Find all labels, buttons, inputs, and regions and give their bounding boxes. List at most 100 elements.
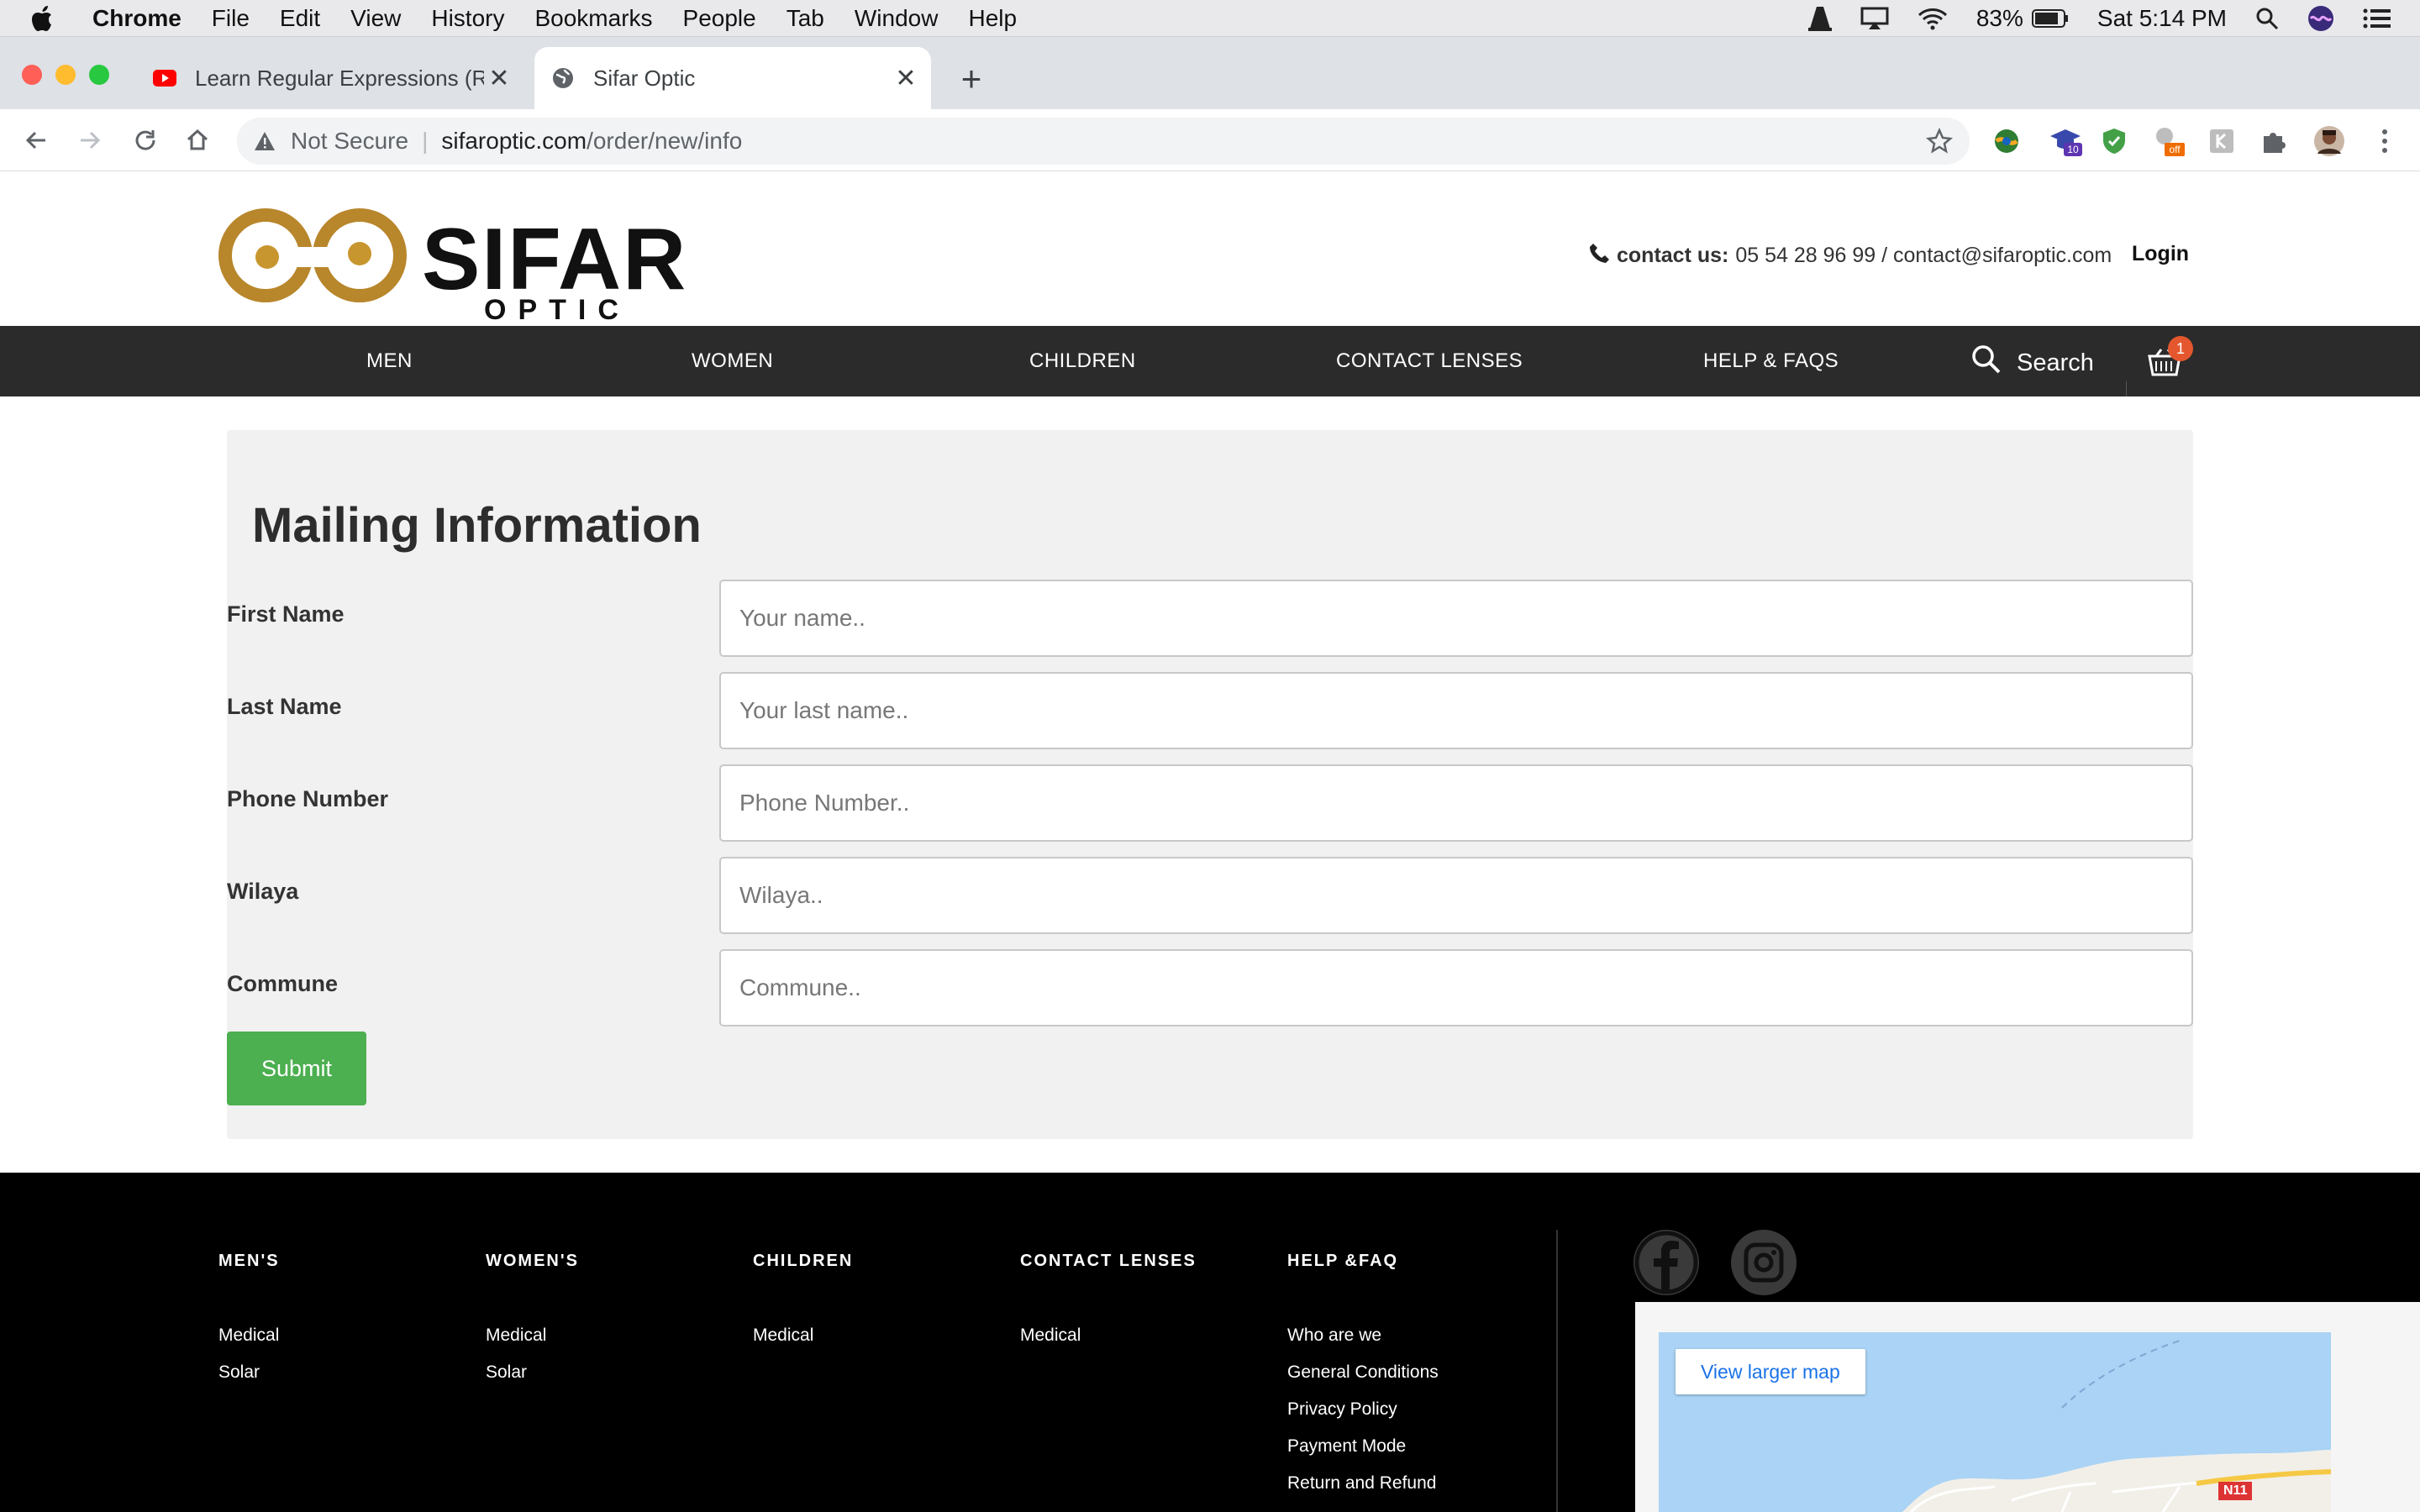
menu-tab[interactable]: Tab (786, 5, 824, 32)
map-view[interactable]: View larger map N11 (1659, 1332, 2331, 1512)
wifi-icon[interactable] (1918, 7, 1948, 30)
macos-menu-bar: Chrome File Edit View History Bookmarks … (0, 0, 2420, 37)
window-close-button[interactable] (22, 65, 42, 85)
footer-link-womens-medical[interactable]: Medical (486, 1326, 546, 1346)
window-minimize-button[interactable] (55, 65, 76, 85)
footer-link-children-medical[interactable]: Medical (753, 1326, 813, 1346)
menu-file[interactable]: File (212, 5, 250, 32)
youtube-icon (153, 66, 176, 90)
first-name-label: First Name (227, 601, 345, 627)
nav-contact-lenses[interactable]: CONTACT LENSES (1336, 349, 1523, 373)
chrome-menu-icon[interactable] (2368, 124, 2402, 158)
menu-help[interactable]: Help (968, 5, 1017, 32)
main-nav: MEN WOMEN CHILDREN CONTACT LENSES HELP &… (0, 326, 2420, 396)
footer-link-general-conditions[interactable]: General Conditions (1287, 1362, 1439, 1383)
commune-label: Commune (227, 971, 339, 996)
footer-link-lenses-medical[interactable]: Medical (1020, 1326, 1081, 1346)
warning-icon[interactable] (254, 131, 279, 151)
nav-men[interactable]: MEN (366, 349, 413, 373)
menu-people[interactable]: People (683, 5, 756, 32)
sifar-logo[interactable]: SIFAR OPTIC (215, 203, 689, 326)
contact-value[interactable]: 05 54 28 96 99 / contact@sifaroptic.com (1735, 244, 2112, 268)
nav-divider (2126, 381, 2127, 396)
profile-avatar[interactable] (2312, 124, 2346, 158)
site-header: SIFAR OPTIC contact us: 05 54 28 96 99 /… (0, 171, 2420, 326)
siri-icon[interactable] (2307, 5, 2334, 32)
search-icon (1971, 344, 2002, 381)
footer-link-womens-solar[interactable]: Solar (486, 1362, 527, 1383)
browser-tab-strip: Learn Regular Expressions (Re ✕ Sifar Op… (0, 37, 2420, 109)
footer-title-contact-lenses: CONTACT LENSES (1020, 1252, 1197, 1270)
window-maximize-button[interactable] (89, 65, 109, 85)
spotlight-icon[interactable] (2255, 7, 2279, 30)
footer-link-payment-mode[interactable]: Payment Mode (1287, 1436, 1406, 1457)
facebook-icon[interactable] (1634, 1230, 1699, 1295)
footer-link-who-are-we[interactable]: Who are we (1287, 1326, 1381, 1346)
home-button[interactable] (180, 123, 215, 158)
bookmark-star-icon[interactable] (1926, 127, 1953, 160)
apple-icon[interactable] (32, 5, 66, 32)
battery-icon[interactable] (2031, 8, 2069, 29)
footer-link-privacy-policy[interactable]: Privacy Policy (1287, 1399, 1397, 1420)
contact-label: contact us: (1617, 244, 1729, 267)
clock[interactable]: Sat 5:14 PM (2097, 5, 2227, 32)
extension-graduation-icon[interactable]: 10 (2049, 124, 2082, 158)
footer-title-help-faq: HELP &FAQ (1287, 1252, 1399, 1270)
url-path: /order/new/info (587, 128, 743, 154)
last-name-field[interactable] (719, 672, 2193, 749)
menu-window[interactable]: Window (855, 5, 939, 32)
notification-center-icon[interactable] (2363, 8, 2391, 29)
commune-field[interactable] (719, 949, 2193, 1026)
menu-app-name[interactable]: Chrome (92, 5, 182, 32)
url-host: sifaroptic.com (441, 128, 587, 154)
shield-icon[interactable] (2097, 124, 2131, 158)
tab-youtube[interactable]: Learn Regular Expressions (Re ✕ (136, 47, 524, 109)
menu-edit[interactable]: Edit (280, 5, 320, 32)
submit-button[interactable]: Submit (227, 1032, 366, 1105)
cart-count-badge: 1 (2168, 336, 2193, 361)
phone-number-field[interactable] (719, 764, 2193, 842)
nav-search-button[interactable]: Search (1971, 344, 2094, 381)
close-tab-icon[interactable]: ✕ (891, 63, 921, 93)
footer-link-mens-solar[interactable]: Solar (218, 1362, 260, 1383)
tab-sifar-optic[interactable]: Sifar Optic ✕ (534, 47, 931, 109)
form-title: Mailing Information (252, 498, 702, 553)
reload-button[interactable] (128, 123, 163, 158)
road-label: N11 (2218, 1482, 2253, 1500)
new-tab-button[interactable]: + (955, 59, 988, 98)
close-tab-icon[interactable]: ✕ (484, 63, 514, 93)
footer-title-mens: MEN'S (218, 1252, 280, 1270)
back-button[interactable] (18, 123, 54, 158)
nav-help-faqs[interactable]: HELP & FAQS (1703, 349, 1839, 373)
extension-off-icon[interactable]: off (2153, 124, 2186, 158)
site-footer: MEN'S Medical Solar WOMEN'S Medical Sola… (0, 1173, 2420, 1512)
extensions-puzzle-icon[interactable] (2257, 124, 2291, 158)
footer-link-mens-medical[interactable]: Medical (218, 1326, 279, 1346)
menu-extras: 83% Sat 5:14 PM (1807, 0, 2420, 37)
globe-icon (551, 66, 575, 90)
airplay-icon[interactable] (1860, 7, 1889, 30)
instagram-icon[interactable] (1731, 1230, 1797, 1295)
extension-grey-icon[interactable] (2205, 124, 2238, 158)
wilaya-field[interactable] (719, 857, 2193, 934)
browser-toolbar: Not Secure | sifaroptic.com /order/new/i… (0, 109, 2420, 171)
extension-badge: 10 (2067, 144, 2079, 155)
security-status[interactable]: Not Secure (291, 128, 408, 155)
forward-button[interactable] (72, 123, 108, 158)
footer-link-return-refund[interactable]: Return and Refund (1287, 1473, 1436, 1494)
map-embed[interactable]: View larger map N11 (1635, 1302, 2420, 1512)
footer-title-children: CHILDREN (753, 1252, 854, 1270)
menu-bookmarks[interactable]: Bookmarks (534, 5, 652, 32)
vlc-icon[interactable] (1807, 5, 1832, 32)
nav-women[interactable]: WOMEN (692, 349, 773, 373)
address-bar[interactable]: Not Secure | sifaroptic.com /order/new/i… (237, 118, 1970, 165)
battery-percent: 83% (1975, 5, 2023, 31)
nav-children[interactable]: CHILDREN (1029, 349, 1136, 373)
view-larger-map-button[interactable]: View larger map (1676, 1349, 1865, 1394)
first-name-field[interactable] (719, 580, 2193, 657)
extension-globe-icon[interactable] (1990, 124, 2023, 158)
login-link[interactable]: Login (2132, 242, 2189, 266)
menu-history[interactable]: History (431, 5, 504, 32)
mailing-form-panel: Mailing Information First Name Last Name… (227, 430, 2193, 1139)
menu-view[interactable]: View (350, 5, 401, 32)
